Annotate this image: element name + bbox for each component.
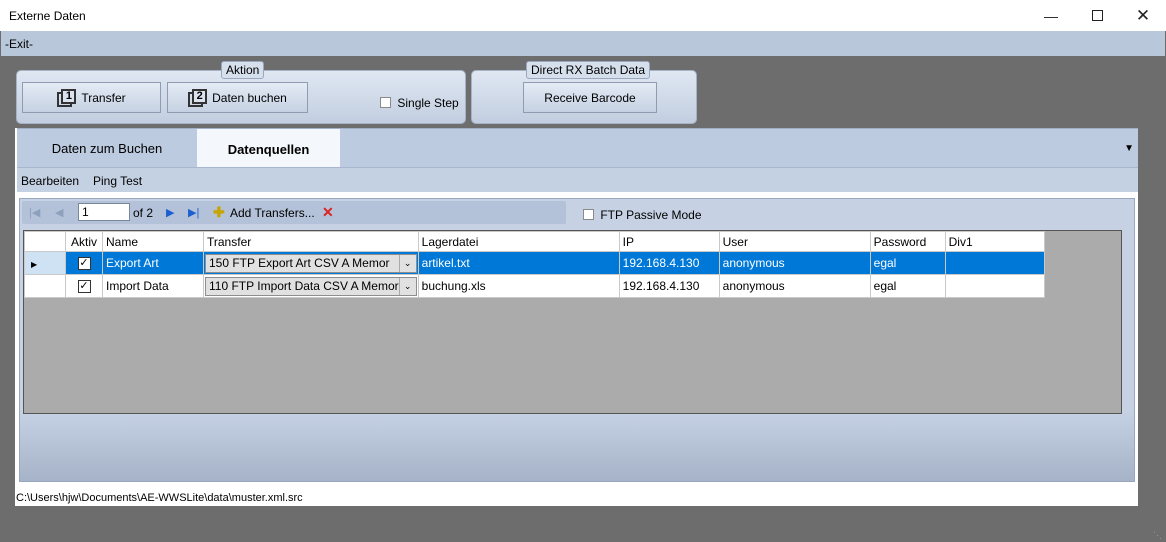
cell-div1[interactable] [944,251,1045,275]
header-user[interactable]: User [718,231,871,252]
single-step-check-box[interactable] [380,97,391,109]
add-transfers-button[interactable]: Add Transfers... [230,206,315,220]
transfer-combo-value: 150 FTP Export Art CSV A Memor [209,256,390,270]
add-icon[interactable]: ✚ [213,204,225,221]
ftp-passive-check-box[interactable] [583,209,594,221]
title-bar: Externe Daten — ✕ [0,0,1166,31]
tab-datenquellen[interactable]: Datenquellen [197,129,340,169]
aktiv-checkbox[interactable]: ✓ [77,279,91,293]
direct-rx-group-title: Direct RX Batch Data [526,61,651,79]
transfer-combo[interactable]: 110 FTP Import Data CSV A Memor ⌄ [205,276,417,296]
cell-password[interactable]: egal [869,251,946,275]
copy-2-icon: 2 [188,88,208,107]
tab-daten-zum-buchen-label: Daten zum Buchen [51,141,163,156]
cell-transfer[interactable]: 110 FTP Import Data CSV A Memor ⌄ [203,274,419,298]
cell-name[interactable]: Export Art [102,251,204,275]
close-icon: ✕ [1135,5,1151,25]
cell-div1[interactable] [944,274,1045,298]
tab-strip: Daten zum Buchen Datenquellen ▼ [17,128,1138,169]
tab-dropdown-icon[interactable]: ▼ [1124,143,1134,154]
cell-lagerdatei[interactable]: artikel.txt [417,251,620,275]
table-row[interactable]: ▶ ✓ Export Art 150 FTP Export Art CSV A … [24,251,1045,275]
row-header[interactable] [24,274,66,298]
binding-navigator: |◀ ◀ of 2 ▶ ▶| ✚ Add Transfers... ✕ [22,201,566,224]
receive-barcode-label: Receive Barcode [544,90,636,105]
ftp-passive-checkbox[interactable]: FTP Passive Mode [583,207,702,222]
transfer-button-label: Transfer [81,90,126,105]
row-header-corner [24,231,66,252]
transfer-button[interactable]: 1 Transfer [22,82,161,113]
header-name[interactable]: Name [102,231,204,252]
datenquellen-grid[interactable]: Aktiv Name Transfer Lagerdatei IP User P… [23,230,1122,414]
menu-bar: -Exit- [1,31,1165,56]
minimize-icon: — [1044,7,1058,24]
status-path: C:\Users\hjw\Documents\AE-WWSLite\data\m… [16,492,303,504]
receive-barcode-button[interactable]: Receive Barcode [523,82,657,113]
datenquellen-panel: |◀ ◀ of 2 ▶ ▶| ✚ Add Transfers... ✕ FTP … [19,198,1135,482]
row-header-current[interactable]: ▶ [24,251,66,275]
single-step-checkbox[interactable]: Single Step [380,95,459,110]
header-div1[interactable]: Div1 [944,231,1045,252]
header-transfer[interactable]: Transfer [203,231,419,252]
position-input[interactable] [78,203,130,221]
aktiv-checkbox[interactable]: ✓ [77,256,91,270]
ftp-passive-label: FTP Passive Mode [600,207,702,222]
sub-toolbar: Bearbeiten Ping Test [17,167,1138,192]
cell-lagerdatei[interactable]: buchung.xls [417,274,620,298]
tab-daten-zum-buchen[interactable]: Daten zum Buchen [17,129,197,168]
copy-1-icon: 1 [57,88,77,107]
cell-ip[interactable]: 192.168.4.130 [618,274,720,298]
single-step-label: Single Step [397,95,459,110]
cell-password[interactable]: egal [869,274,946,298]
cell-user[interactable]: anonymous [718,274,871,298]
transfer-combo-value: 110 FTP Import Data CSV A Memor [209,279,399,293]
cell-ip[interactable]: 192.168.4.130 [618,251,720,275]
header-lagerdatei[interactable]: Lagerdatei [417,231,620,252]
count-label: of 2 [133,206,154,220]
minimize-button[interactable]: — [1028,0,1074,31]
chevron-down-icon[interactable]: ⌄ [398,277,416,295]
table-row[interactable]: ✓ Import Data 110 FTP Import Data CSV A … [24,274,1045,298]
close-button[interactable]: ✕ [1120,0,1166,31]
transfer-combo[interactable]: 150 FTP Export Art CSV A Memor ⌄ [205,253,417,273]
data-table: Aktiv Name Transfer Lagerdatei IP User P… [24,231,1045,298]
cell-transfer[interactable]: 150 FTP Export Art CSV A Memor ⌄ [203,251,419,275]
current-row-icon: ▶ [31,260,38,269]
tab-datenquellen-label: Datenquellen [227,141,310,157]
maximize-icon [1091,10,1103,21]
cell-aktiv[interactable]: ✓ [65,251,103,275]
header-aktiv[interactable]: Aktiv [65,231,103,252]
header-ip[interactable]: IP [618,231,720,252]
resize-grip-icon[interactable]: ⋱ [1153,530,1162,541]
maximize-button[interactable] [1074,0,1120,31]
daten-buchen-button[interactable]: 2 Daten buchen [167,82,308,113]
cell-user[interactable]: anonymous [718,251,871,275]
ping-test-menu[interactable]: Ping Test [93,174,142,188]
delete-icon[interactable]: ✕ [322,204,334,221]
window-title: Externe Daten [9,9,86,23]
bearbeiten-menu[interactable]: Bearbeiten [21,174,79,188]
cell-name[interactable]: Import Data [102,274,204,298]
chevron-down-icon[interactable]: ⌄ [398,254,416,272]
move-last-icon[interactable]: ▶| [188,206,199,219]
cell-aktiv[interactable]: ✓ [65,274,103,298]
move-first-icon[interactable]: |◀ [29,206,40,219]
header-password[interactable]: Password [869,231,946,252]
move-next-icon[interactable]: ▶ [166,206,174,219]
menu-exit[interactable]: -Exit- [5,37,33,51]
aktion-group-title: Aktion [221,61,265,79]
main-panel: Daten zum Buchen Datenquellen ▼ Bearbeit… [15,128,1138,506]
move-previous-icon[interactable]: ◀ [55,206,63,219]
daten-buchen-button-label: Daten buchen [212,90,287,105]
